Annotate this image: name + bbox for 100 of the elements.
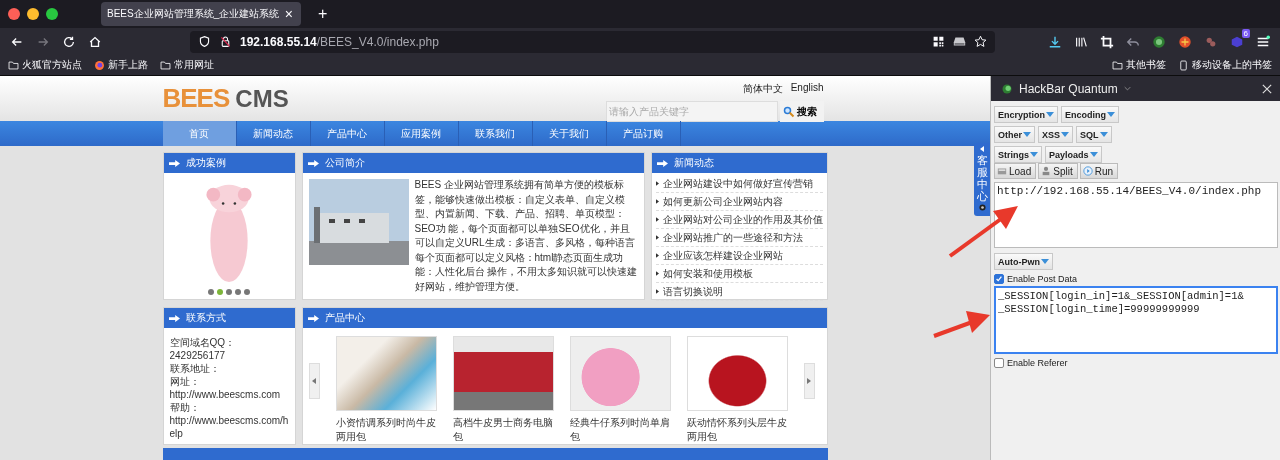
bookmark-item[interactable]: 新手上路 [94,58,148,72]
service-panel[interactable]: 客服中心 [974,143,990,216]
arrow-icon [307,314,319,322]
product-link[interactable]: 经典牛仔系列时尚单肩包 [569,416,671,444]
browser-tab[interactable]: BEES企业网站管理系统_企业建站系统 × [101,2,301,26]
nav-tab[interactable]: 新闻动态 [236,121,311,146]
address-field[interactable]: 192.168.55.14/BEES_V4.0/index.php [190,30,995,53]
tab-close-button[interactable]: × [282,7,295,21]
bookmark-item[interactable]: 移动设备上的书签 [1178,58,1272,72]
product-photo[interactable] [452,336,554,411]
folder-icon [1112,59,1123,71]
extension-badge: 6 [1241,28,1250,38]
chat-icon [978,204,986,212]
slide-dot[interactable] [217,289,223,295]
contact-line: 网址：http://www.beescms.com [169,375,282,401]
dropdown-menu-button[interactable]: Auto-Pwn [994,253,1053,270]
nav-tab[interactable]: 联系我们 [458,121,533,146]
action-button[interactable]: Load [994,163,1037,179]
news-link[interactable]: 企业网站推广的一些途径和方法 [662,230,803,245]
tab-title: BEES企业网站管理系统_企业建站系统 [107,7,281,21]
arrow-icon [168,159,180,167]
panel-title: 联系方式 [185,311,226,325]
product-link[interactable]: 小资情调系列时尚牛皮两用包 [335,416,437,444]
news-link[interactable]: 语言切换说明 [662,284,723,299]
language-link[interactable]: 简体中文 [742,82,783,96]
language-link[interactable]: English [790,82,824,96]
fox-extension-icon[interactable] [1178,34,1192,49]
dropdown-menu-button[interactable]: Payloads [1045,146,1102,163]
news-link[interactable]: 如何安装和使用模板 [662,266,753,281]
referer-checkbox[interactable]: Enable Referer [994,356,1278,369]
about-text: BEES 企业网站管理系统拥有简单方便的模板标签，能够快速做出模板：自定义表单、自定义模型、内置新闻、下载、产品、招聘、单页模型：SEO功 能，每个页面都可以单独SEO优化，并且可以自定义URL生成：多语言、多风格，每种语言每个页面都可以定义风格：html静态页面生成功能：人性化后台 操作，不用太多知识就可以快速建好网站，维护管理方便。 [414,178,638,294]
dropdown-menu-button[interactable]: XSS [1038,126,1074,143]
right-triangle-icon [807,378,811,384]
bookmark-item[interactable]: 火狐官方站点 [8,58,82,72]
hackbar-logo-icon [1001,82,1013,95]
window-close-button[interactable] [8,8,20,20]
nav-tab[interactable]: 关于我们 [532,121,607,146]
bullet-icon [655,271,659,276]
search-icon [782,105,795,118]
dropdown-menu-button[interactable]: Other [994,126,1035,143]
product-link[interactable]: 高档牛皮男士商务电脑包 [452,416,554,444]
download-icon[interactable] [1048,34,1062,49]
next-button[interactable] [803,363,815,399]
action-button[interactable]: Split [1038,163,1078,179]
news-link[interactable]: 企业应该怎样建设企业网站 [662,248,783,263]
bookmark-item[interactable]: 常用网址 [160,58,214,72]
panel-title: 公司简介 [324,156,365,170]
checkbox[interactable] [994,357,1004,368]
checkbox[interactable] [994,273,1004,284]
dropdown-triangle-icon [1089,152,1098,157]
post-data-textarea[interactable]: _SESSION[login_in]=1&_SESSION[admin]=1& _SESSION[login_time]=99999999999 [994,286,1278,354]
shield-icon[interactable] [198,35,211,48]
bullet-icon [655,181,659,186]
dropdown-menu-button[interactable]: Encoding [1061,106,1119,123]
chevron-down-icon[interactable] [1123,86,1131,91]
dropdown-menu-button[interactable]: Strings [994,146,1042,163]
cube-extension-icon[interactable] [1230,34,1244,49]
qr-code-icon[interactable] [932,35,945,48]
panel-title: 成功案例 [185,156,226,170]
news-link[interactable]: 企业网站建设中如何做好宣传营销 [662,176,813,191]
crop-icon[interactable] [1100,34,1114,49]
reload-icon[interactable] [62,34,76,49]
slide-dot[interactable] [226,289,232,295]
dropdown-triangle-icon [1030,152,1038,157]
news-link[interactable]: 企业网站对公司企业的作用及其价值 [662,212,823,227]
shield-extension-icon[interactable] [1152,34,1166,49]
new-tab-button[interactable]: + [316,6,330,22]
drive-icon[interactable] [953,35,966,48]
previous-button[interactable] [308,363,320,399]
slide-dot[interactable] [235,289,241,295]
insecure-lock-icon[interactable] [219,35,232,48]
window-maximize-button[interactable] [46,8,58,20]
star-icon[interactable] [974,35,987,48]
news-link[interactable]: 如何更新公司企业网站内容 [662,194,783,209]
dropdown-menu-button[interactable]: Encryption [994,106,1058,123]
window-minimize-button[interactable] [27,8,39,20]
dropdown-triangle-icon [1023,132,1031,137]
dropdown-triangle-icon [1061,132,1070,137]
nav-tab[interactable]: 产品中心 [310,121,385,146]
nav-tab[interactable]: 应用案例 [384,121,459,146]
menu-icon[interactable] [1256,34,1270,49]
product-photo[interactable] [686,336,788,411]
product-link[interactable]: 跃动情怀系列头层牛皮两用包 [686,416,788,444]
arrow-icon [656,159,668,167]
url-textarea[interactable]: http://192.168.55.14/BEES_V4.0/index.php [994,182,1278,248]
home-icon[interactable] [88,34,102,49]
arrow-icon [307,159,319,167]
site-logo[interactable]: BEES CMS [162,83,289,113]
nav-tab[interactable]: 产品订购 [606,121,681,146]
dropdown-triangle-icon [1107,112,1115,117]
bullet-icon [655,235,659,240]
bookmark-item[interactable]: 其他书签 [1112,58,1166,72]
panel-title: HackBar Quantum [1019,81,1118,96]
action-button[interactable]: Run [1079,163,1119,179]
post-data-checkbox[interactable]: Enable Post Data [994,272,1278,285]
search-button[interactable]: 搜索 [779,101,824,122]
dropdown-menu-button[interactable]: SQL [1076,126,1112,143]
close-icon[interactable] [1262,83,1272,94]
slide-dot[interactable] [208,289,214,295]
slide-dot[interactable] [244,289,250,295]
